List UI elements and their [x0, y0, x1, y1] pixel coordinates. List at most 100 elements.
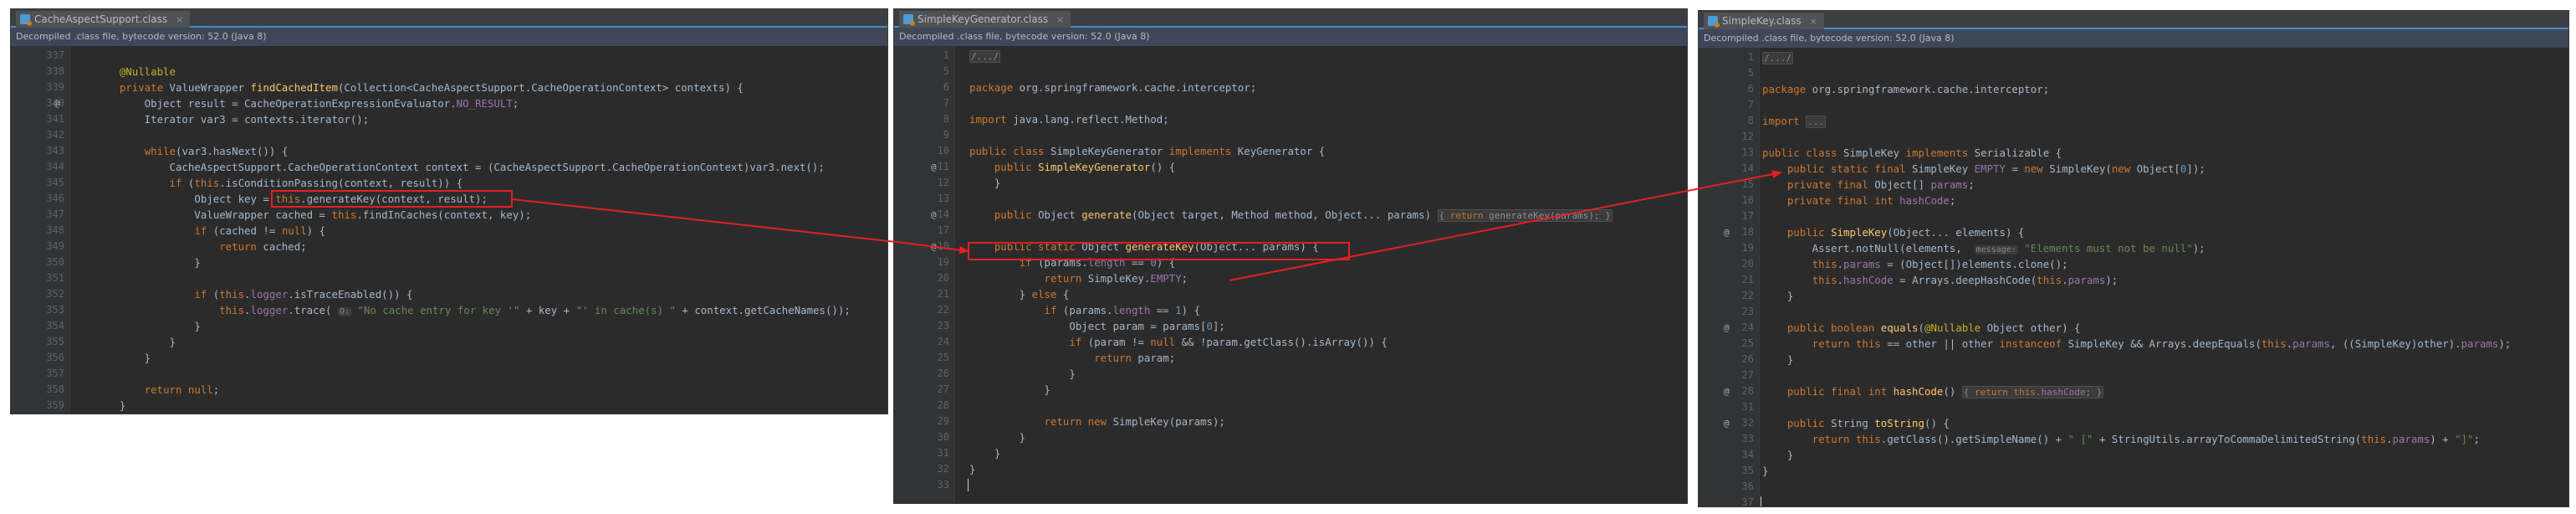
line-number: 343	[46, 145, 64, 157]
decompiled-banner: Decompiled .class file, bytecode version…	[1699, 29, 2568, 49]
line-number: 8	[1747, 115, 1754, 126]
code-area[interactable]: /.../ package org.springframework.cache.i…	[963, 46, 1687, 503]
line-number: 344	[46, 161, 64, 172]
line-number: 5	[1747, 67, 1754, 79]
line-number-gutter[interactable]: 337 338 339 340 341 342 343 344 345 346 347 348 349 3…	[11, 46, 70, 414]
code-line: import java.lang.reflect.Method;	[969, 113, 1169, 126]
code-line: if (param != null && !param.getClass().i…	[1069, 336, 1388, 348]
override-marker-icon[interactable]: @	[931, 159, 937, 175]
tab-simple-key-generator[interactable]: SimpleKeyGenerator.class ×	[899, 11, 1071, 28]
line-number: 348	[46, 224, 64, 236]
code-line: }	[1762, 353, 1794, 366]
tab-cache-aspect-support[interactable]: CacheAspectSupport.class ×	[16, 11, 191, 28]
line-number: 32	[937, 463, 949, 475]
code-line: }	[95, 320, 201, 332]
close-tab-icon[interactable]: ×	[176, 14, 183, 25]
override-marker-icon[interactable]: @	[931, 207, 937, 223]
tab-simple-key[interactable]: SimpleKey.class ×	[1704, 13, 1824, 29]
line-number: 31	[937, 447, 949, 459]
code-line: }	[95, 336, 176, 348]
line-number: 14	[1741, 162, 1754, 174]
line-number: 27	[937, 383, 949, 395]
line-number: 26	[1741, 353, 1754, 365]
override-marker-icon[interactable]: @	[1724, 383, 1730, 399]
line-number: 9	[943, 129, 949, 141]
editor-tab-bar: SimpleKeyGenerator.class ×	[894, 9, 1687, 28]
tab-label: SimpleKey.class	[1722, 15, 1802, 27]
code-line: return null;	[144, 383, 220, 396]
line-number: 15	[1741, 178, 1754, 190]
line-number: 14	[937, 208, 949, 220]
code-line: this.hashCode = Arrays.deepHashCode(this…	[1812, 274, 2119, 286]
code-line: }	[95, 399, 126, 412]
line-number: 25	[1741, 337, 1754, 349]
line-number: 29	[937, 415, 949, 427]
code-line: public boolean equals(@Nullable Object o…	[1786, 321, 2081, 334]
line-number: 354	[46, 320, 64, 332]
line-number: 36	[1741, 481, 1754, 492]
line-number: 356	[46, 352, 64, 363]
line-number: 346	[46, 193, 64, 204]
code-line: public static final SimpleKey EMPTY = ne…	[1786, 162, 2205, 175]
line-number: 342	[46, 129, 64, 141]
code-editor[interactable]: 1 5 6 7 8 9 10 11 12 13 14 17 18 19 20 21 22 23 24 25 26 27 28…	[894, 46, 1687, 503]
line-number: 353	[46, 304, 64, 316]
code-line: return cached;	[219, 240, 307, 253]
line-number: 32	[1741, 417, 1754, 429]
line-number: 13	[1741, 146, 1754, 158]
code-area[interactable]: /.../ package org.springframework.cache.i…	[1756, 48, 2568, 506]
line-number: 34	[1741, 449, 1754, 460]
line-number: 28	[1741, 385, 1754, 397]
code-area[interactable]: @Nullable private ValueWrapper findCache…	[88, 46, 887, 414]
line-number: 338	[46, 65, 64, 77]
line-number: 6	[1747, 83, 1754, 95]
override-marker-icon[interactable]: @	[1724, 415, 1730, 431]
line-number-gutter[interactable]: 1 5 6 7 8 9 10 11 12 13 14 17 18 19 20 21 22 23 24 25 26 27 28…	[894, 46, 955, 503]
override-marker-icon[interactable]: @	[1724, 224, 1730, 240]
override-marker-icon[interactable]: @	[1724, 320, 1730, 336]
code-line: if (this.logger.isTraceEnabled()) {	[194, 288, 413, 301]
override-marker-icon[interactable]: @	[931, 239, 937, 254]
code-line: return this == other || other instanceof…	[1812, 337, 2512, 350]
code-line: Object param = params[0];	[969, 320, 1225, 332]
line-number: 352	[46, 288, 64, 300]
code-line: }	[969, 177, 1001, 189]
line-number: 25	[937, 352, 949, 363]
line-number: 23	[1741, 306, 1754, 317]
line-number: 339	[46, 81, 64, 93]
code-line: private ValueWrapper findCachedItem(Coll…	[119, 81, 744, 94]
line-number: 17	[937, 224, 949, 236]
close-tab-icon[interactable]: ×	[1809, 16, 1817, 27]
code-line: public final int hashCode() { return thi…	[1786, 385, 2104, 398]
line-number: 10	[937, 145, 949, 157]
code-line: private final int hashCode;	[1786, 194, 1956, 207]
line-number: 345	[46, 177, 64, 188]
close-tab-icon[interactable]: ×	[1056, 14, 1064, 25]
code-line: private final Object[] params;	[1786, 178, 1975, 191]
override-marker-icon[interactable]: @	[54, 95, 60, 111]
line-number: 7	[943, 97, 949, 109]
code-line: /.../	[1762, 52, 1794, 64]
cache-aspect-support-panel: CacheAspectSupport.class × Decompiled .c…	[10, 8, 888, 414]
line-number: 8	[943, 113, 949, 125]
line-number: 24	[1741, 321, 1754, 333]
line-number: 11	[937, 161, 949, 172]
code-line: }	[1762, 449, 1794, 461]
line-number: 27	[1741, 369, 1754, 381]
code-line: }	[1762, 465, 1769, 477]
line-number: 347	[46, 208, 64, 220]
code-line: public SimpleKeyGenerator() {	[994, 161, 1176, 173]
line-number: 359	[46, 399, 64, 411]
code-line: public Object generate(Object target, Me…	[994, 208, 1613, 222]
code-editor[interactable]: 337 338 339 340 341 342 343 344 345 346 347 348 349 3…	[11, 46, 887, 414]
text-cursor	[968, 479, 969, 491]
line-number: 20	[1741, 258, 1754, 270]
code-line: }	[969, 431, 1026, 444]
code-editor[interactable]: 1 5 6 7 8 12 13 14 15 16 17 18 19 20 21 22 23 24 25 26 27 28 3…	[1699, 48, 2568, 506]
line-number: 33	[1741, 433, 1754, 445]
line-number: 35	[1741, 465, 1754, 476]
code-line: if (params.length == 0) {	[1019, 256, 1176, 269]
line-number-gutter[interactable]: 1 5 6 7 8 12 13 14 15 16 17 18 19 20 21 22 23 24 25 26 27 28 3…	[1699, 48, 1760, 506]
line-number: 18	[1741, 226, 1754, 238]
code-line: }	[969, 368, 1076, 380]
